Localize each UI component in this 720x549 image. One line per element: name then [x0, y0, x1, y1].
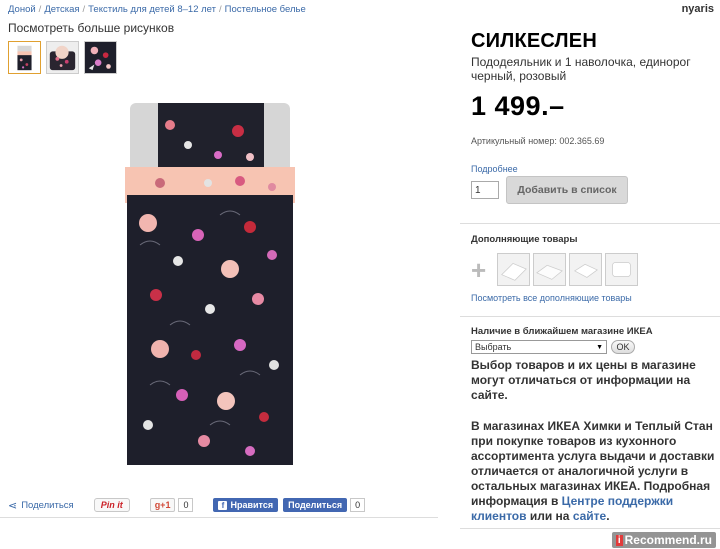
breadcrumb-nursery[interactable]: Детская — [44, 4, 79, 15]
complementary-products: Дополняющие товары + Посмотреть все допо… — [471, 234, 720, 303]
notice-khimki-text-2: или на — [526, 509, 573, 523]
share-label: Поделиться — [21, 499, 74, 511]
complementary-item-2[interactable] — [533, 253, 566, 286]
notice-khimki: В магазинах ИКЕА Химки и Теплый Стан при… — [471, 419, 720, 524]
notice-khimki-text-3: . — [606, 509, 610, 523]
share-icon: ⋖ — [8, 499, 18, 512]
breadcrumb-separator: / — [219, 4, 222, 15]
divider — [460, 316, 720, 317]
thumbnail-1[interactable] — [8, 41, 41, 74]
breadcrumb: Доной / Детская / Текстиль для детей 8–12 ле… — [8, 4, 306, 15]
more-details-link[interactable]: Подробнее — [471, 164, 720, 174]
facebook-icon: f — [218, 500, 228, 510]
dropdown-arrow-icon: ▼ — [596, 343, 603, 351]
quantity-input[interactable] — [471, 181, 499, 199]
complementary-row: + — [471, 253, 720, 286]
more-images-link[interactable]: Посмотреть больше рисунков — [8, 21, 174, 35]
product-name: СИЛКЕСЛЕН — [471, 30, 597, 52]
product-description: Пододеяльник и 1 наволочка, единорог чер… — [471, 55, 691, 83]
breadcrumb-bed-linen[interactable]: Постельное белье — [225, 4, 306, 15]
facebook-like-button[interactable]: f Нравится — [213, 498, 279, 512]
facebook-share-count: 0 — [350, 498, 366, 512]
complementary-title: Дополняющие товары — [471, 234, 578, 245]
breadcrumb-separator: / — [38, 4, 42, 15]
add-to-list-row: Добавить в список — [471, 176, 720, 204]
see-all-complementary-link[interactable]: Посмотреть все дополняющие товары — [471, 293, 720, 303]
website-link[interactable]: сайте — [573, 509, 606, 523]
recommend-watermark-text: Recommend.ru — [624, 533, 712, 547]
store-select-row: Выбрать ▼ OK — [471, 340, 720, 354]
share-link[interactable]: ⋖ Поделиться — [8, 499, 74, 512]
ok-button[interactable]: OK — [611, 340, 635, 354]
watermark-username: nyaris — [681, 3, 714, 15]
recommend-logo-icon: i — [615, 534, 623, 546]
divider — [460, 223, 720, 224]
complementary-item-3[interactable] — [569, 253, 602, 286]
divider — [0, 517, 438, 518]
notice-text: Выбор товаров и их цены в магазине могут… — [471, 358, 696, 402]
social-bar: ⋖ Поделиться Pin it g+1 0 f Нравится Под… — [8, 496, 408, 514]
thumbnail-2[interactable] — [46, 41, 79, 74]
complementary-item-4[interactable] — [605, 253, 638, 286]
divider — [460, 528, 720, 529]
store-title: Наличие в ближайшем магазине ИКЕА — [471, 326, 653, 337]
facebook-like-label: Нравится — [230, 500, 274, 510]
breadcrumb-home[interactable]: Доной — [8, 4, 36, 15]
store-select[interactable]: Выбрать ▼ — [471, 340, 607, 354]
product-price: 1 499.– — [471, 91, 565, 121]
store-availability: Наличие в ближайшем магазине ИКЕА Выбрат… — [471, 326, 720, 524]
plus-icon: + — [471, 254, 487, 285]
thumbnail-strip — [8, 41, 117, 74]
product-image — [100, 95, 320, 495]
google-plus-count: 0 — [178, 498, 194, 512]
breadcrumb-separator: / — [82, 4, 86, 15]
complementary-item-1[interactable] — [497, 253, 530, 286]
recommend-watermark: i Recommend.ru — [611, 532, 716, 548]
product-info: СИЛКЕСЛЕН Пододеяльник и 1 наволочка, ед… — [471, 30, 720, 204]
thumbnail-3[interactable] — [84, 41, 117, 74]
add-to-list-button[interactable]: Добавить в список — [506, 176, 628, 204]
pinterest-button[interactable]: Pin it — [93, 498, 130, 512]
article-number: Артикульный номер: 002.365.69 — [471, 136, 605, 146]
facebook-share-button[interactable]: Поделиться — [283, 498, 348, 512]
google-plus-button[interactable]: g+1 — [149, 498, 176, 512]
store-select-value: Выбрать — [475, 342, 512, 352]
breadcrumb-kids-textiles[interactable]: Текстиль для детей 8–12 лет — [88, 4, 216, 15]
